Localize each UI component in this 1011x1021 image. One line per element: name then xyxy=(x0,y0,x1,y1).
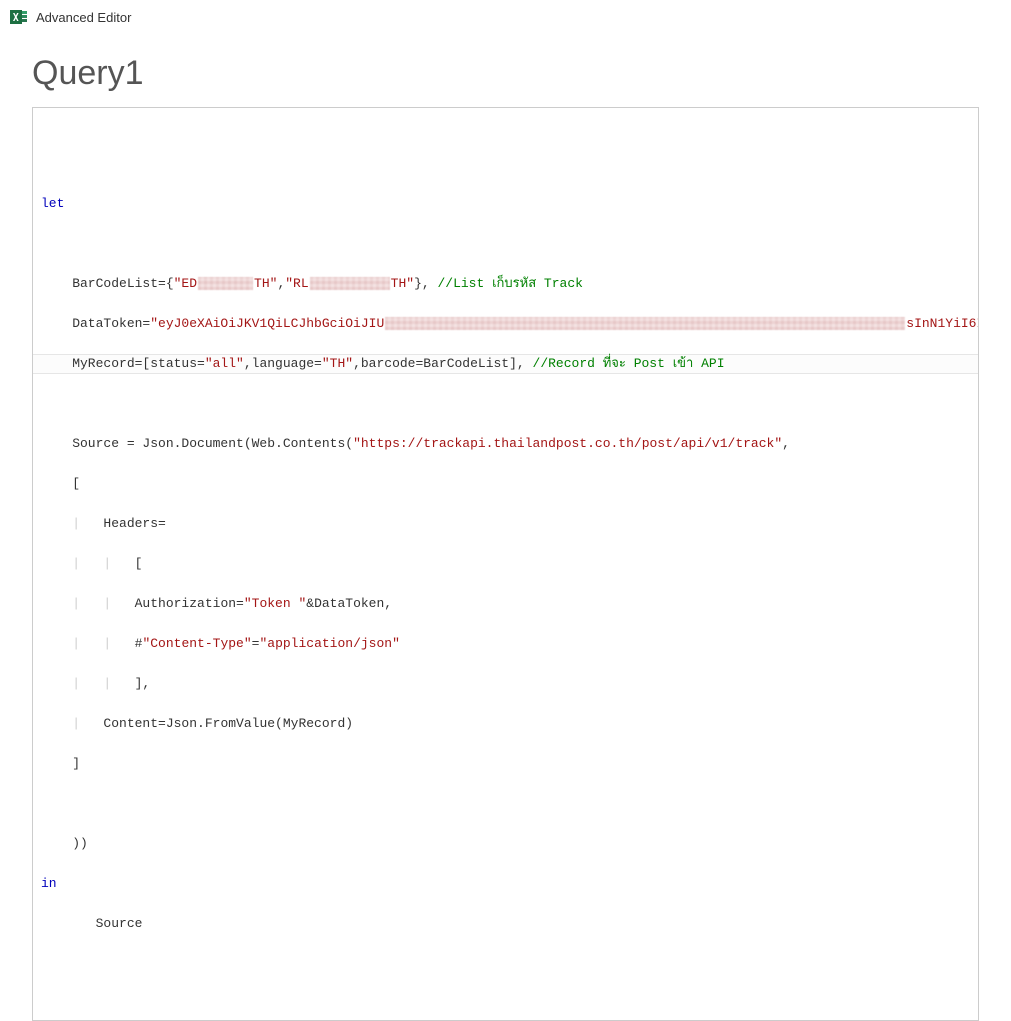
string-literal: "application/json" xyxy=(259,636,399,651)
code-editor[interactable]: let BarCodeList={"ED TH", "RL TH"}, //List … xyxy=(32,107,979,1021)
titlebar: Advanced Editor xyxy=(0,0,1011,34)
code-text: Content=Json.FromValue(MyRecord) xyxy=(103,716,353,731)
query-name-heading: Query1 xyxy=(32,54,979,93)
code-text: ,barcode=BarCodeList], xyxy=(353,356,532,371)
code-text: DataToken= xyxy=(41,316,150,331)
keyword-let: let xyxy=(41,196,64,211)
string-literal: "all" xyxy=(205,356,244,371)
redacted-segment xyxy=(310,277,390,290)
excel-icon xyxy=(10,8,28,26)
code-text: [ xyxy=(135,556,143,571)
string-literal: sInN1YiI6IkF1 xyxy=(906,316,979,331)
code-text: Source = Json.Document(Web.Contents( xyxy=(41,436,353,451)
code-text: &DataToken, xyxy=(306,596,392,611)
window-title: Advanced Editor xyxy=(36,10,131,25)
code-text: Authorization= xyxy=(135,596,244,611)
code-text: )) xyxy=(41,836,88,851)
code-text: BarCodeList={ xyxy=(41,276,174,291)
string-literal: "ED xyxy=(174,276,197,291)
redacted-segment xyxy=(198,277,253,290)
code-text: ], xyxy=(135,676,151,691)
string-literal: TH" xyxy=(391,276,414,291)
code-text: [ xyxy=(41,476,80,491)
code-text: MyRecord=[status= xyxy=(41,356,205,371)
string-literal: "eyJ0eXAiOiJKV1QiLCJhbGciOiJIU xyxy=(150,316,384,331)
string-literal: "Token " xyxy=(244,596,306,611)
keyword-in: in xyxy=(41,876,57,891)
code-comment: //List เก็บรหัส Track xyxy=(437,276,582,291)
main-content: Query1 let BarCodeList={"ED TH", "RL TH"}, … xyxy=(0,34,1011,1021)
string-literal: "RL xyxy=(285,276,308,291)
code-text: Source xyxy=(64,916,142,931)
string-literal: "TH" xyxy=(322,356,353,371)
code-text: ,language= xyxy=(244,356,322,371)
code-text: , xyxy=(782,436,790,451)
code-text: }, xyxy=(414,276,437,291)
code-text: = xyxy=(252,636,260,651)
string-literal: TH" xyxy=(254,276,277,291)
code-comment: //Record ที่จะ Post เข้า API xyxy=(533,356,725,371)
string-literal: "Content-Type" xyxy=(142,636,251,651)
string-literal: "https://trackapi.thailandpost.co.th/pos… xyxy=(353,436,782,451)
code-text: Headers= xyxy=(103,516,165,531)
code-text: # xyxy=(135,636,143,651)
code-text: ] xyxy=(41,756,80,771)
redacted-segment xyxy=(385,317,905,330)
